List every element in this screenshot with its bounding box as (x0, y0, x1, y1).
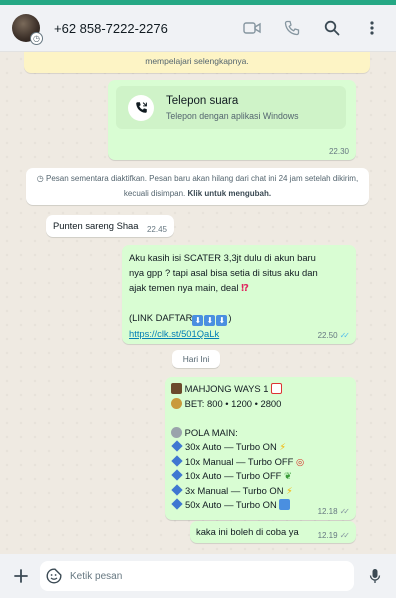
gear-icon (171, 426, 182, 438)
money-bag-icon (171, 397, 182, 409)
exclamation-question-icon: ⁉ (241, 282, 249, 293)
outgoing-message[interactable]: Aku kasih isi SCATER 3,3jt dulu di akun … (122, 245, 356, 344)
blue-diamond-icon (171, 469, 183, 481)
pattern-line: 30x Auto — Turbo ON (185, 441, 277, 452)
blue-diamond-icon (171, 498, 183, 510)
attach-plus-icon[interactable] (10, 565, 32, 587)
contact-name[interactable]: +62 858-7222-2276 (54, 21, 224, 36)
message-composer (0, 554, 396, 598)
message-time: 22.50 (317, 331, 338, 340)
message-line: BET: 800 • 1200 • 2800 (171, 397, 351, 412)
pattern-line: 3x Manual — Turbo ON (185, 484, 284, 496)
mahjong-tile-icon (271, 383, 283, 394)
link-label: (LINK DAFTAR (129, 312, 193, 323)
change-setting-link[interactable]: Klik untuk mengubah. (188, 189, 272, 198)
message-input[interactable] (70, 570, 300, 582)
message-input-wrapper (40, 561, 354, 591)
blue-diamond-icon (171, 440, 183, 452)
outgoing-message[interactable]: kaka ini boleh di coba ya 12.19 ✓✓ (190, 521, 356, 543)
pattern-line: 50x Auto — Turbo ON (185, 499, 277, 510)
contact-avatar[interactable]: ◷ (12, 14, 43, 45)
message-line: nya gpp ? tapi asal bisa setia di situs … (129, 267, 318, 278)
down-arrow-icon: ⬇ (216, 315, 228, 326)
message-line: 3x Manual — Turbo ON ⚡ (171, 483, 351, 499)
message-text: Punten sareng Shaa (53, 220, 139, 231)
message-time: 22.30 (328, 147, 349, 156)
pattern-line: 10x Auto — Turbo OFF (185, 470, 282, 481)
link-label-close: ) (228, 312, 232, 323)
pattern-line: 10x Manual — Turbo OFF (185, 455, 294, 467)
more-options-icon[interactable] (360, 16, 384, 40)
down-arrow-icon: ⬇ (192, 315, 204, 326)
voice-call-card[interactable]: Telepon suara Telepon dengan aplikasi Wi… (116, 86, 346, 129)
call-subtitle: Telepon dengan aplikasi Windows (166, 110, 299, 121)
date-divider: Hari Ini (172, 350, 220, 368)
disappearing-messages-notice[interactable]: ◷ Pesan sementara diaktifkan. Pesan baru… (26, 168, 369, 205)
blue-diamond-icon (171, 454, 183, 467)
message-time: 12.18 (317, 507, 338, 516)
bet-text: BET: 800 • 1200 • 2800 (184, 397, 282, 409)
message-line: 10x Auto — Turbo OFF ❦ (171, 469, 351, 484)
message-line: ajak temen nya main, deal ⁉ (129, 280, 351, 295)
video-call-icon[interactable] (240, 16, 264, 40)
chat-area[interactable]: mempelajari selengkapnya. Telepon suara … (0, 52, 396, 554)
blue-diamond-icon (171, 483, 183, 496)
voice-call-icon[interactable] (280, 16, 304, 40)
incoming-message[interactable]: Punten sareng Shaa 22.45 (46, 215, 174, 237)
microphone-icon[interactable] (364, 565, 386, 587)
chat-header: ◷ +62 858-7222-2276 (0, 5, 396, 52)
message-line: POLA MAIN: (171, 426, 351, 441)
encryption-notice[interactable]: mempelajari selengkapnya. (24, 52, 370, 73)
lightning-icon: ⚡ (279, 441, 286, 452)
message-body: MAHJONG WAYS 1 BET: 800 • 1200 • 2800 PO… (171, 382, 351, 513)
message-text: kaka ini boleh di coba ya (196, 526, 299, 537)
message-status: 22.50 ✓✓ (317, 331, 351, 340)
message-line: MAHJONG WAYS 1 (171, 382, 351, 397)
emoji-sticker-icon[interactable] (46, 568, 62, 584)
read-ticks-icon: ✓✓ (339, 331, 351, 340)
lightning-icon: ⚡ (286, 484, 293, 496)
message-url-link[interactable]: https://clk.st/501QaLk (129, 328, 219, 339)
down-arrow-icon: ⬇ (204, 315, 216, 326)
leaf-icon: ❦ (284, 470, 292, 481)
read-ticks-icon: ✓✓ (339, 507, 351, 516)
search-icon[interactable] (320, 16, 344, 40)
read-ticks-icon: ✓✓ (339, 531, 351, 540)
slot-machine-icon (171, 383, 182, 394)
message-line-text: ajak temen nya main, deal (129, 282, 239, 293)
phone-icon (128, 94, 154, 121)
target-icon: ◎ (295, 455, 305, 467)
outgoing-message[interactable]: MAHJONG WAYS 1 BET: 800 • 1200 • 2800 PO… (165, 377, 356, 520)
disappearing-timer-icon: ◷ (30, 32, 43, 45)
pola-heading: POLA MAIN: (184, 426, 238, 438)
message-body: Aku kasih isi SCATER 3,3jt dulu di akun … (129, 250, 351, 341)
timer-icon: ◷ (36, 174, 44, 183)
call-title: Telepon suara (166, 94, 239, 107)
message-line: (LINK DAFTAR ⬇ ⬇ ⬇) (129, 310, 351, 326)
message-line: 30x Auto — Turbo ON ⚡ (171, 440, 351, 455)
message-line: 10x Manual — Turbo OFF ◎ (171, 454, 351, 470)
mahjong-title: MAHJONG WAYS 1 (184, 383, 269, 394)
message-time: 22.45 (146, 225, 167, 234)
message-status: 12.18 ✓✓ (317, 507, 351, 516)
call-message[interactable]: Telepon suara Telepon dengan aplikasi Wi… (108, 80, 356, 160)
message-line: Aku kasih isi SCATER 3,3jt dulu di akun … (129, 252, 316, 263)
message-time: 12.19 (317, 531, 338, 540)
message-status: 12.19 ✓✓ (317, 531, 351, 540)
repeat-icon (279, 499, 291, 510)
